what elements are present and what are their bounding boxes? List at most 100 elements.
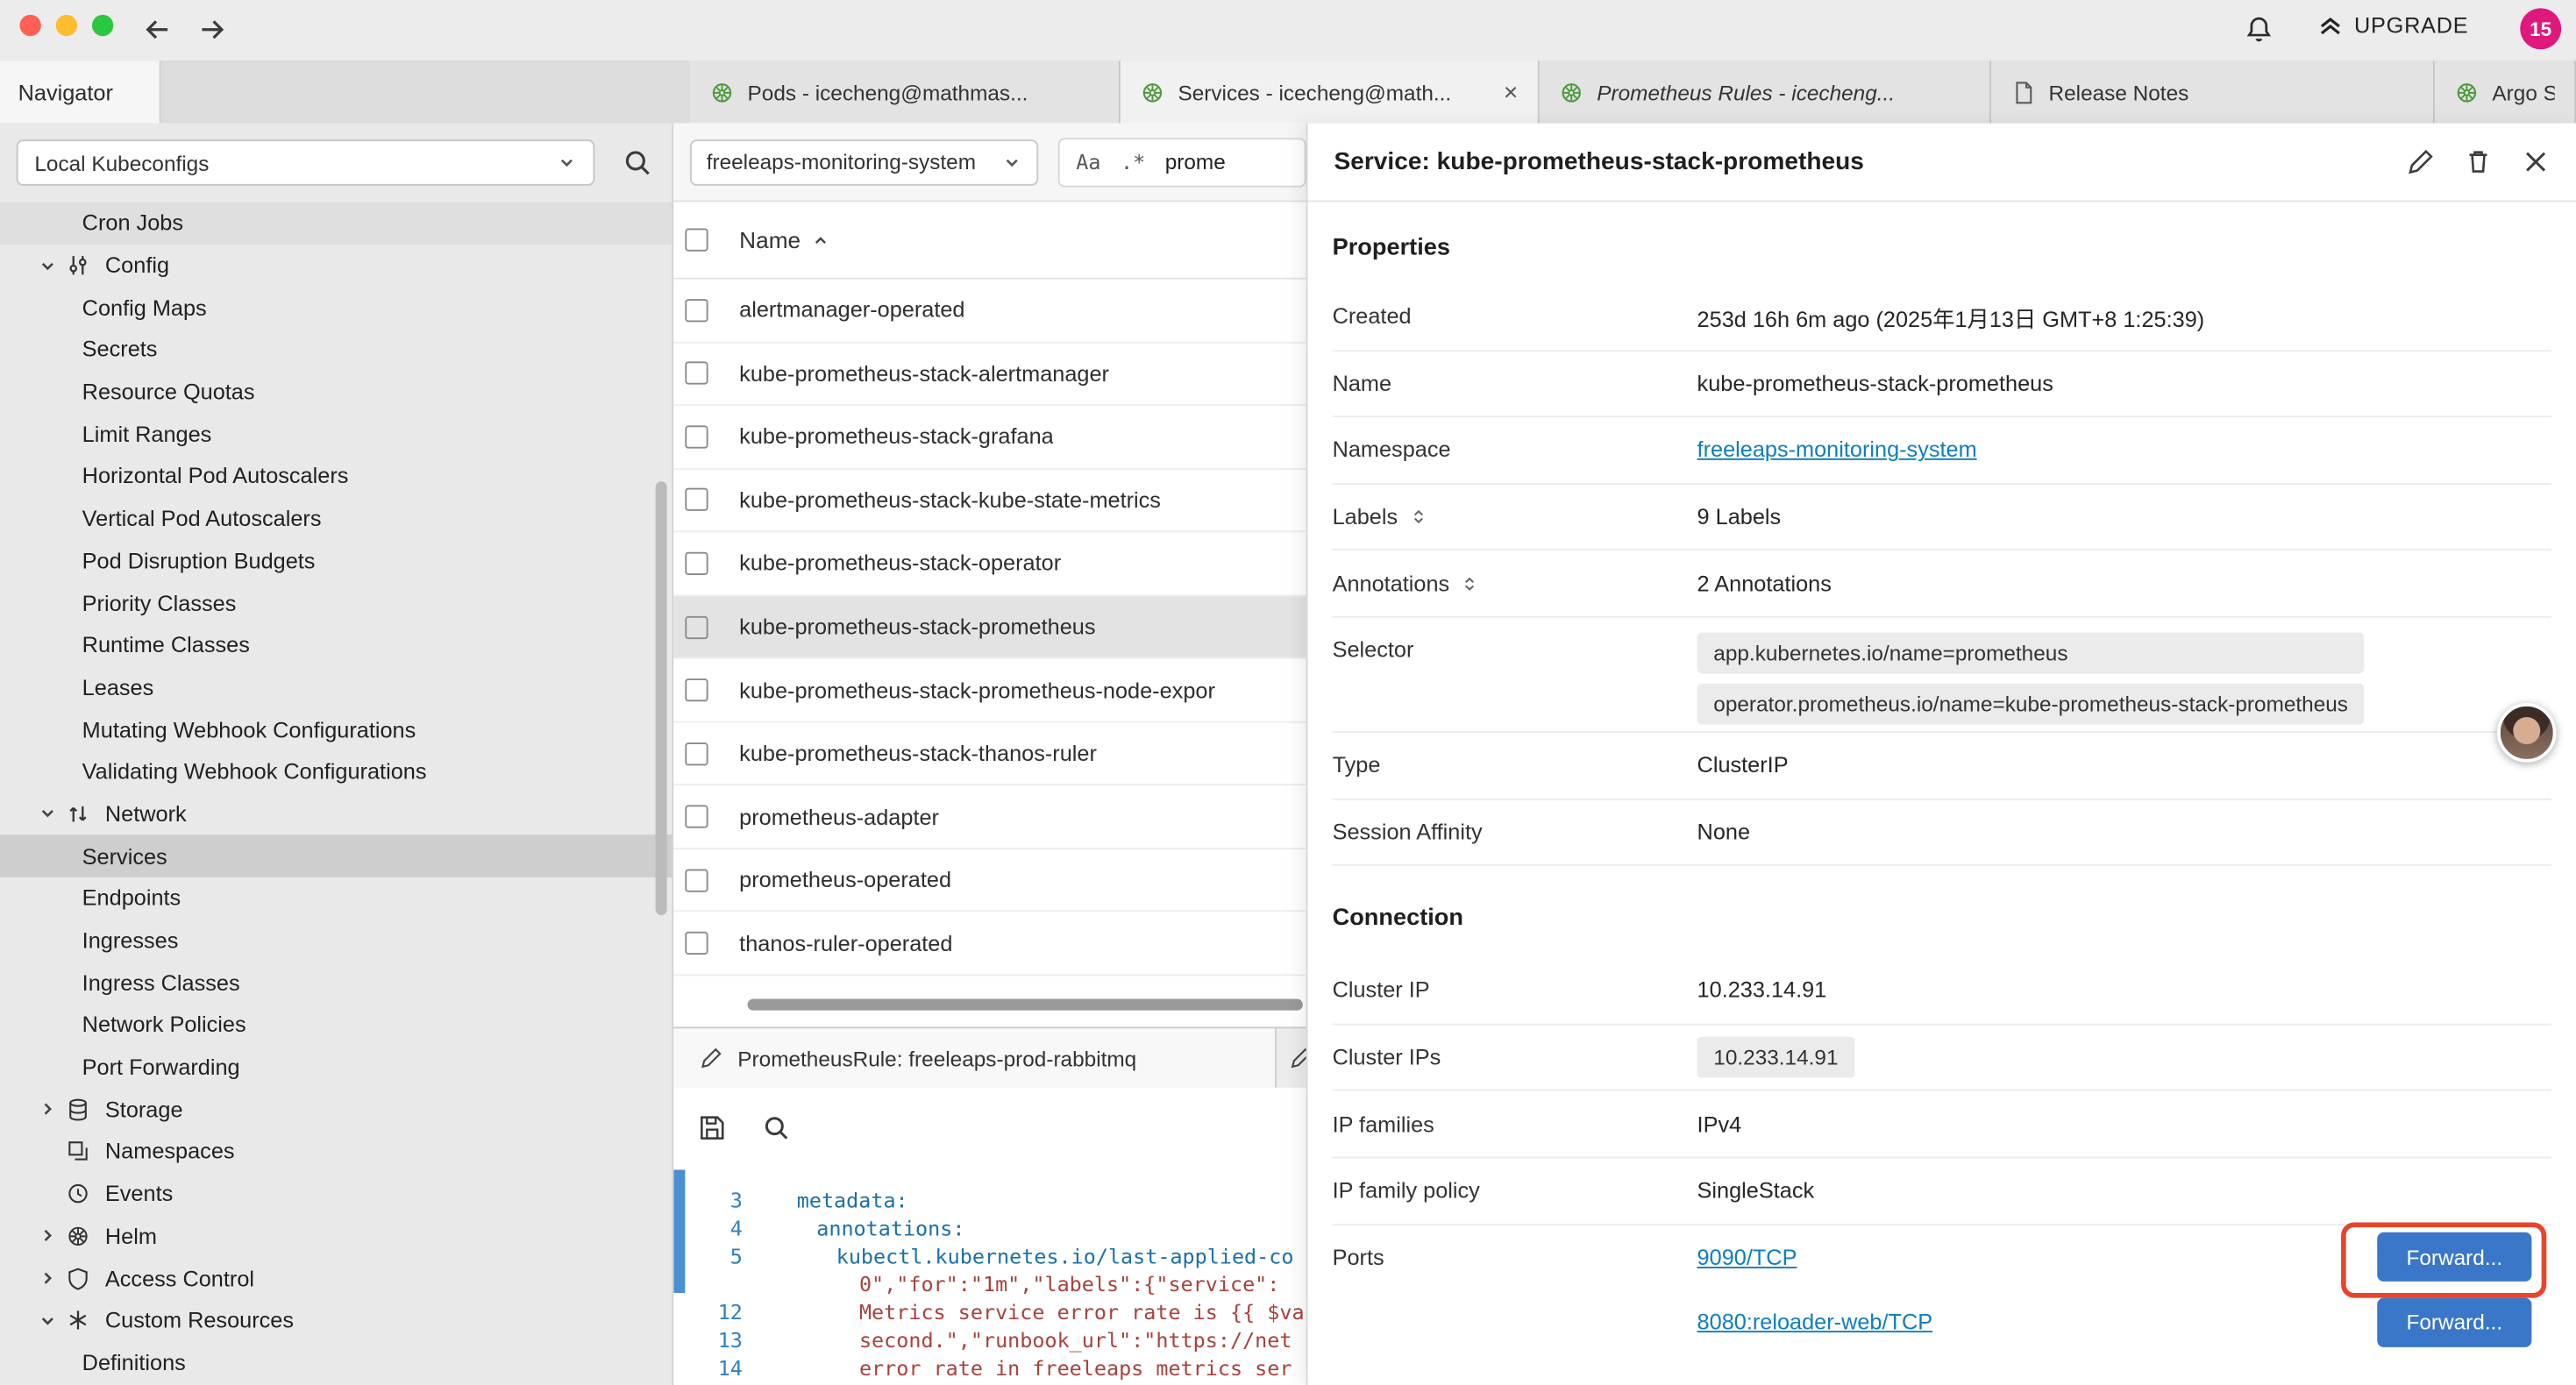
close-tab-icon[interactable]: × — [1504, 78, 1518, 106]
regex-toggle[interactable]: .* — [1121, 150, 1145, 174]
sidebar-item-network-policies[interactable]: Network Policies — [0, 1004, 672, 1046]
sidebar-item-mutating-webhook-configurations[interactable]: Mutating Webhook Configurations — [0, 708, 672, 750]
sidebar-item-port-forwarding[interactable]: Port Forwarding — [0, 1046, 672, 1088]
select-all-checkbox[interactable] — [685, 229, 708, 252]
close-icon[interactable] — [2522, 148, 2550, 176]
forward-port-button[interactable]: Forward... — [2377, 1232, 2531, 1282]
table-row-selected[interactable]: kube-prometheus-stack-prometheus — [673, 596, 1306, 659]
table-row[interactable]: thanos-ruler-operated — [673, 913, 1306, 976]
port-8080-reloader-link[interactable]: 8080:reloader-web/TCP — [1697, 1310, 1933, 1334]
tab-release-notes[interactable]: Release Notes — [1991, 60, 2435, 123]
upgrade-button[interactable]: UPGRADE — [2316, 11, 2468, 39]
table-row[interactable]: prometheus-adapter — [673, 786, 1306, 849]
table-row[interactable]: kube-prometheus-stack-kube-state-metrics — [673, 469, 1306, 532]
notification-count-badge[interactable]: 15 — [2520, 8, 2561, 49]
row-checkbox[interactable] — [685, 615, 708, 638]
tab-pods[interactable]: Pods - icecheng@mathmas... — [690, 60, 1121, 123]
row-checkbox[interactable] — [685, 299, 708, 322]
namespace-link[interactable]: freeleaps-monitoring-system — [1697, 437, 1977, 462]
sidebar-item-config-maps[interactable]: Config Maps — [0, 287, 672, 329]
back-arrow-icon[interactable] — [141, 13, 174, 46]
sidebar-item-vertical-pod-autoscalers[interactable]: Vertical Pod Autoscalers — [0, 498, 672, 540]
table-row[interactable]: prometheus-operated — [673, 849, 1306, 913]
navigator-panel-tab[interactable]: Navigator — [0, 60, 161, 123]
row-checkbox[interactable] — [685, 425, 708, 448]
match-case-toggle[interactable]: Aa — [1076, 150, 1100, 174]
expand-collapse-icon[interactable] — [1409, 508, 1427, 526]
table-row[interactable]: alertmanager-operated — [673, 280, 1306, 343]
sidebar-item-cron-jobs[interactable]: Cron Jobs — [0, 202, 672, 245]
row-checkbox[interactable] — [685, 552, 708, 575]
services-list-pane: freeleaps-monitoring-system Aa .* prome … — [673, 124, 1306, 1385]
search-icon[interactable] — [623, 148, 652, 178]
sidebar-item-network[interactable]: Network — [0, 793, 672, 835]
sidebar-item-storage[interactable]: Storage — [0, 1089, 672, 1131]
sidebar-item-pod-disruption-budgets[interactable]: Pod Disruption Budgets — [0, 540, 672, 582]
chevron-right-icon[interactable] — [36, 1268, 59, 1288]
sidebar-item-limit-ranges[interactable]: Limit Ranges — [0, 413, 672, 455]
chevron-down-icon[interactable] — [36, 256, 59, 275]
sidebar-item-config[interactable]: Config — [0, 245, 672, 287]
maximize-window-button[interactable] — [92, 15, 113, 36]
sidebar-scrollbar[interactable] — [656, 481, 667, 915]
sidebar-item-ingress-classes[interactable]: Ingress Classes — [0, 962, 672, 1004]
table-row[interactable]: kube-prometheus-stack-grafana — [673, 406, 1306, 469]
tab-services[interactable]: Services - icecheng@math... × — [1121, 60, 1540, 123]
sort-ascending-icon[interactable] — [812, 231, 830, 249]
tab-argo[interactable]: Argo S... — [2435, 60, 2576, 123]
table-row[interactable]: kube-prometheus-stack-prometheus-node-ex… — [673, 659, 1306, 722]
user-avatar[interactable] — [2497, 703, 2556, 762]
sidebar-item-runtime-classes[interactable]: Runtime Classes — [0, 624, 672, 666]
sidebar-item-events[interactable]: Events — [0, 1173, 672, 1215]
port-9090-link[interactable]: 9090/TCP — [1697, 1245, 1797, 1269]
sidebar-item-resource-quotas[interactable]: Resource Quotas — [0, 371, 672, 413]
row-checkbox[interactable] — [685, 932, 708, 955]
row-checkbox[interactable] — [685, 869, 708, 891]
minimize-window-button[interactable] — [56, 15, 77, 36]
dock-tab-prometheusrule[interactable]: PrometheusRule: freeleaps-prod-rabbitmq — [673, 1028, 1277, 1087]
chevron-right-icon[interactable] — [36, 1099, 59, 1119]
row-checkbox[interactable] — [685, 362, 708, 385]
chevron-right-icon[interactable] — [36, 1226, 59, 1246]
forward-arrow-icon[interactable] — [196, 13, 228, 46]
expand-collapse-icon[interactable] — [1461, 574, 1479, 593]
horizontal-scrollbar[interactable] — [748, 999, 1303, 1011]
row-checkbox[interactable] — [685, 678, 708, 701]
tab-prometheus-rules[interactable]: Prometheus Rules - icecheng... — [1540, 60, 1991, 123]
namespace-dropdown[interactable]: freeleaps-monitoring-system — [690, 138, 1038, 184]
sidebar-item-leases[interactable]: Leases — [0, 666, 672, 708]
table-row[interactable]: kube-prometheus-stack-operator — [673, 533, 1306, 596]
row-checkbox[interactable] — [685, 742, 708, 764]
delete-trash-icon[interactable] — [2465, 148, 2493, 176]
yaml-editor[interactable]: 3metadata: 4annotations: 5kubectl.kubern… — [673, 1167, 1306, 1385]
sidebar-item-helm[interactable]: Helm — [0, 1215, 672, 1257]
chevron-down-icon[interactable] — [36, 1310, 59, 1330]
table-row[interactable]: kube-prometheus-stack-alertmanager — [673, 343, 1306, 406]
edit-pencil-icon[interactable] — [2407, 148, 2435, 176]
sidebar-item-access-control[interactable]: Access Control — [0, 1257, 672, 1299]
sidebar-item-horizontal-pod-autoscalers[interactable]: Horizontal Pod Autoscalers — [0, 455, 672, 497]
name-column-header[interactable]: Name — [739, 227, 801, 253]
editor-toolbar — [673, 1088, 1306, 1167]
sidebar-item-definitions[interactable]: Definitions — [0, 1341, 672, 1383]
notifications-bell-icon[interactable] — [2245, 15, 2274, 45]
sidebar-item-services[interactable]: Services — [0, 835, 672, 877]
kubeconfig-selector[interactable]: Local Kubeconfigs — [17, 139, 595, 185]
dock-tab-partial[interactable] — [1277, 1028, 1306, 1087]
chevron-down-icon[interactable] — [36, 804, 59, 823]
row-checkbox[interactable] — [685, 488, 708, 511]
sidebar-item-custom-resources[interactable]: Custom Resources — [0, 1299, 672, 1341]
table-row[interactable]: kube-prometheus-stack-thanos-ruler — [673, 722, 1306, 785]
sidebar-item-namespaces[interactable]: Namespaces — [0, 1131, 672, 1173]
sidebar-item-secrets[interactable]: Secrets — [0, 329, 672, 371]
sidebar-item-validating-webhook-configurations[interactable]: Validating Webhook Configurations — [0, 750, 672, 792]
close-window-button[interactable] — [19, 15, 40, 36]
save-icon[interactable] — [698, 1113, 726, 1141]
sidebar-item-endpoints[interactable]: Endpoints — [0, 877, 672, 920]
sidebar-item-ingresses[interactable]: Ingresses — [0, 920, 672, 962]
search-input[interactable]: Aa .* prome — [1058, 138, 1306, 187]
search-icon[interactable] — [762, 1113, 790, 1141]
row-checkbox[interactable] — [685, 806, 708, 828]
forward-port-button[interactable]: Forward... — [2377, 1297, 2531, 1346]
sidebar-item-priority-classes[interactable]: Priority Classes — [0, 582, 672, 624]
